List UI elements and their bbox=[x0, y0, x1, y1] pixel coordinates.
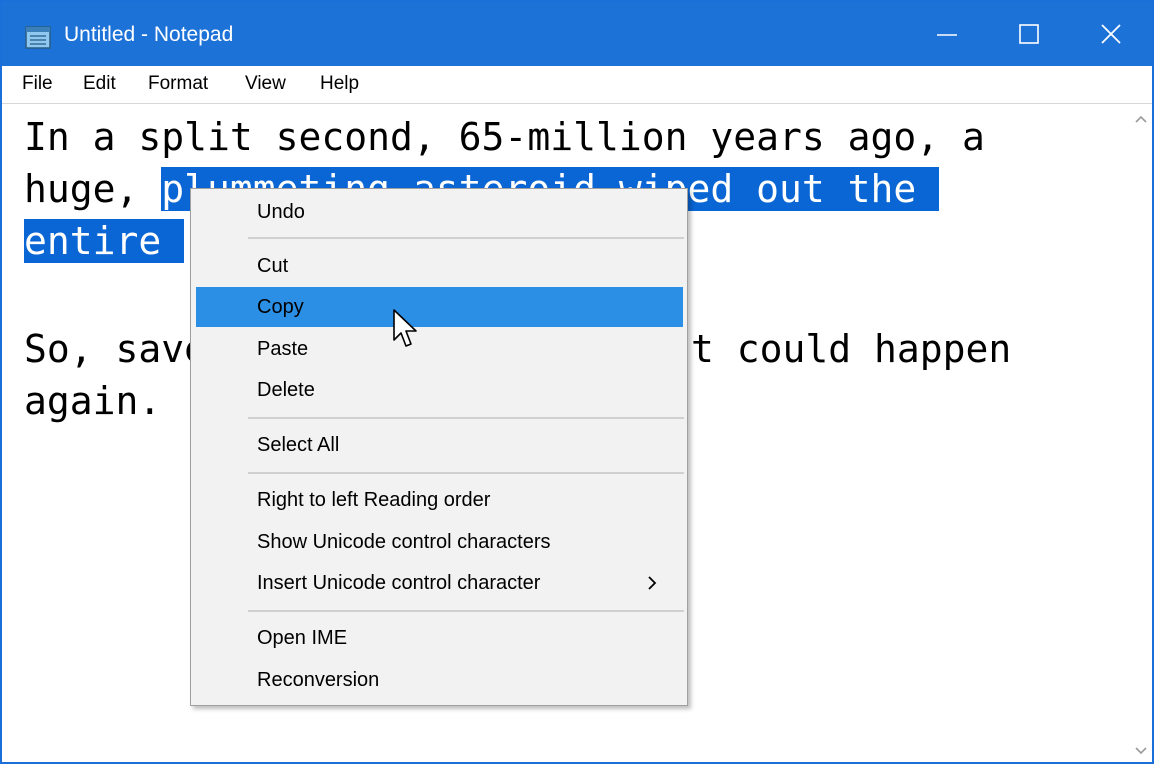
notepad-icon bbox=[25, 26, 51, 49]
menu-item-undo[interactable]: Undo bbox=[196, 192, 683, 232]
menu-file[interactable]: File bbox=[22, 73, 53, 95]
chevron-right-icon bbox=[648, 576, 657, 590]
vertical-scrollbar[interactable] bbox=[1130, 105, 1152, 762]
menu-item-paste[interactable]: Paste bbox=[196, 329, 683, 369]
minimize-icon bbox=[937, 34, 957, 36]
menu-item-open-ime[interactable]: Open IME bbox=[196, 618, 683, 658]
menu-separator bbox=[248, 610, 684, 612]
maximize-icon bbox=[1019, 24, 1039, 44]
menu-bar: File Edit Format View Help bbox=[2, 66, 1152, 104]
minimize-button[interactable] bbox=[906, 2, 988, 66]
context-menu: Undo Cut Copy Paste Delete Select All Ri… bbox=[190, 188, 688, 706]
menu-item-rtl-reading-order[interactable]: Right to left Reading order bbox=[196, 480, 683, 520]
menu-item-insert-unicode[interactable]: Insert Unicode control character bbox=[196, 563, 683, 603]
window-title: Untitled - Notepad bbox=[64, 23, 234, 46]
menu-format[interactable]: Format bbox=[148, 73, 208, 95]
text-line-3: entire bbox=[24, 215, 185, 267]
menu-separator bbox=[248, 472, 684, 474]
text-line-5-end: t could happen bbox=[691, 327, 1012, 371]
menu-view[interactable]: View bbox=[245, 73, 286, 95]
maximize-button[interactable] bbox=[988, 2, 1070, 66]
text-line-5: So, save bbox=[24, 327, 208, 371]
menu-item-cut[interactable]: Cut bbox=[196, 246, 683, 286]
menu-edit[interactable]: Edit bbox=[83, 73, 116, 95]
menu-item-reconversion[interactable]: Reconversion bbox=[196, 660, 683, 700]
close-button[interactable] bbox=[1070, 2, 1152, 66]
text-line-6: again. bbox=[24, 379, 162, 423]
menu-separator bbox=[248, 237, 684, 239]
text-plain: huge, bbox=[24, 167, 162, 211]
menu-item-show-unicode[interactable]: Show Unicode control characters bbox=[196, 522, 683, 562]
menu-item-delete[interactable]: Delete bbox=[196, 370, 683, 410]
selected-text: entire bbox=[24, 219, 185, 263]
menu-item-select-all[interactable]: Select All bbox=[196, 425, 683, 465]
chevron-up-icon[interactable] bbox=[1132, 111, 1150, 129]
chevron-down-icon[interactable] bbox=[1132, 741, 1150, 759]
mouse-pointer-icon bbox=[393, 309, 417, 347]
close-icon bbox=[1101, 24, 1121, 44]
menu-separator bbox=[248, 417, 684, 419]
title-bar[interactable]: Untitled - Notepad bbox=[2, 2, 1152, 66]
menu-help[interactable]: Help bbox=[320, 73, 359, 95]
text-line-1: In a split second, 65-million years ago,… bbox=[24, 115, 985, 159]
notepad-window: Untitled - Notepad File Edit Format View… bbox=[0, 0, 1154, 764]
menu-item-copy[interactable]: Copy bbox=[196, 287, 683, 327]
